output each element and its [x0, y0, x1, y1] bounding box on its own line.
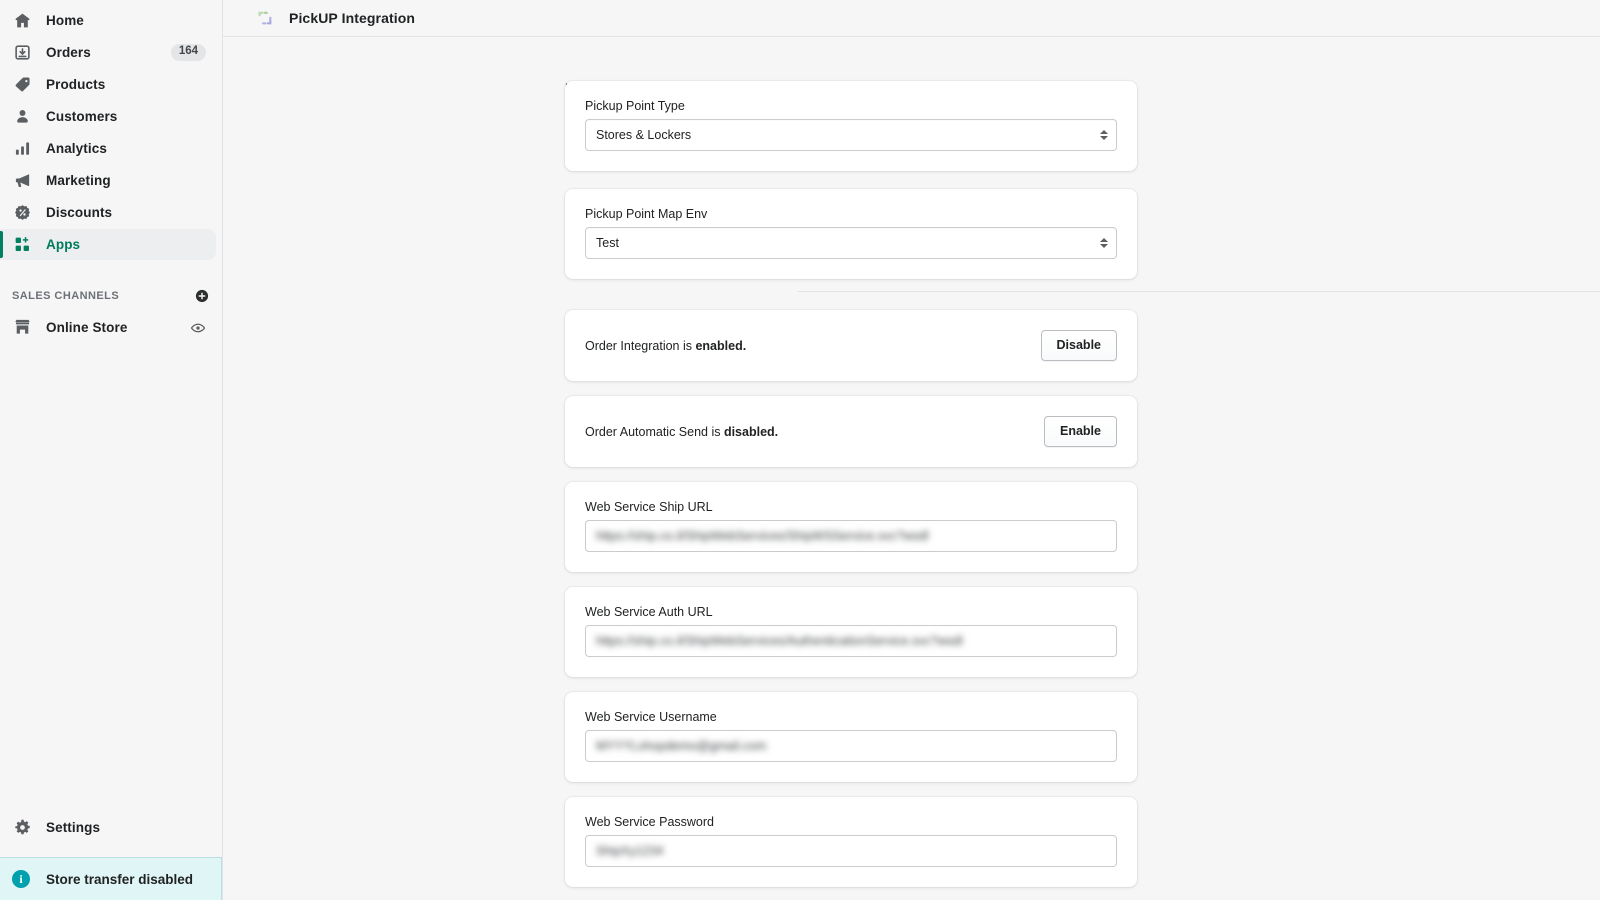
group-body: Order Integration is enabled. Disable Or…: [565, 310, 1137, 900]
sidebar-item-settings[interactable]: Settings: [0, 812, 216, 843]
sidebar-nav-list: Home Orders 164 Products Customers: [0, 0, 222, 261]
pickup-point-map-env-label: Pickup Point Map Env: [585, 207, 1117, 221]
pickup-point-type-value[interactable]: Stores & Lockers: [585, 119, 1117, 151]
sidebar-item-products[interactable]: Products: [0, 69, 216, 100]
sidebar-item-label: Orders: [46, 45, 91, 60]
card-web-service-ship-url: Web Service Ship URL https://ship.co.il/…: [565, 482, 1137, 572]
card-web-service-username: Web Service Username MYYYLshopdemo@gmail…: [565, 692, 1137, 782]
sidebar-item-discounts[interactable]: Discounts: [0, 197, 216, 228]
web-service-password-label: Web Service Password: [585, 815, 1117, 829]
sidebar-item-label: Online Store: [46, 320, 127, 335]
store-transfer-banner[interactable]: i Store transfer disabled: [0, 857, 222, 900]
order-automatic-send-prefix: Order Automatic Send is: [585, 425, 724, 439]
group-body: Pickup Point Type Stores & Lockers Picku…: [565, 81, 1137, 279]
customers-icon: [12, 107, 32, 127]
home-icon: [12, 11, 32, 31]
sidebar-item-label: Marketing: [46, 173, 111, 188]
order-integration-status: Order Integration is enabled.: [585, 339, 746, 353]
web-service-ship-url-value: https://ship.co.il/ShipWebServices/ShipW…: [596, 529, 929, 543]
section-divider: [798, 291, 1600, 292]
order-automatic-send-status: Order Automatic Send is disabled.: [585, 425, 778, 439]
web-service-ship-url-label: Web Service Ship URL: [585, 500, 1117, 514]
chevron-updown-icon: [1100, 238, 1108, 248]
pickup-app-icon: [255, 8, 275, 28]
eye-icon[interactable]: [190, 320, 206, 336]
app-title: PickUP Integration: [289, 10, 415, 26]
sales-channels-title: SALES CHANNELS: [12, 290, 119, 302]
sidebar-item-label: Products: [46, 77, 105, 92]
sidebar-item-label: Customers: [46, 109, 117, 124]
web-service-password-value: ShipXy1234: [596, 844, 663, 858]
store-transfer-banner-label: Store transfer disabled: [46, 872, 193, 887]
settings-content: Pick Up Settings Pickup Point Type Store…: [223, 37, 1600, 900]
card-web-service-auth-url: Web Service Auth URL https://ship.co.il/…: [565, 587, 1137, 677]
sidebar-item-online-store[interactable]: Online Store: [0, 312, 216, 343]
marketing-icon: [12, 171, 32, 191]
web-service-auth-url-label: Web Service Auth URL: [585, 605, 1117, 619]
info-icon: i: [12, 870, 30, 888]
card-web-service-password: Web Service Password ShipXy1234: [565, 797, 1137, 887]
pickup-point-type-label: Pickup Point Type: [585, 99, 1117, 113]
card-order-integration: Order Integration is enabled. Disable: [565, 310, 1137, 381]
group-pick-up-settings: Pick Up Settings Pickup Point Type Store…: [223, 37, 1600, 279]
app-root: Home Orders 164 Products Customers: [0, 0, 1600, 900]
group-title: Order Integration: [223, 310, 565, 900]
sidebar-item-label: Settings: [46, 820, 100, 835]
sidebar-item-home[interactable]: Home: [0, 5, 216, 36]
order-integration-toggle-button[interactable]: Disable: [1041, 330, 1117, 361]
analytics-icon: [12, 139, 32, 159]
web-service-password-input[interactable]: ShipXy1234: [585, 835, 1117, 867]
order-automatic-send-state: disabled.: [724, 425, 778, 439]
web-service-auth-url-input[interactable]: https://ship.co.il/ShipWebServices/Authe…: [585, 625, 1117, 657]
web-service-username-input[interactable]: MYYYLshopdemo@gmail.com: [585, 730, 1117, 762]
sidebar: Home Orders 164 Products Customers: [0, 0, 223, 900]
discounts-icon: [12, 203, 32, 223]
sidebar-item-apps[interactable]: Apps: [0, 229, 216, 260]
products-icon: [12, 75, 32, 95]
section-divider-row: [223, 279, 1600, 310]
sidebar-item-label: Discounts: [46, 205, 112, 220]
sidebar-item-label: Home: [46, 13, 84, 28]
web-service-username-label: Web Service Username: [585, 710, 1117, 724]
plus-circle-icon[interactable]: [194, 288, 210, 304]
order-integration-prefix: Order Integration is: [585, 339, 695, 353]
orders-icon: [12, 43, 32, 63]
sidebar-spacer: [0, 344, 222, 811]
order-integration-state: enabled.: [695, 339, 746, 353]
apps-icon: [12, 235, 32, 255]
divider-spacer: [223, 279, 798, 310]
sales-channels-header: SALES CHANNELS: [0, 281, 222, 311]
sidebar-item-marketing[interactable]: Marketing: [0, 165, 216, 196]
web-service-ship-url-input[interactable]: https://ship.co.il/ShipWebServices/ShipW…: [585, 520, 1117, 552]
order-automatic-send-toggle-button[interactable]: Enable: [1044, 416, 1117, 447]
card-pickup-point-type: Pickup Point Type Stores & Lockers: [565, 81, 1137, 171]
chevron-updown-icon: [1100, 130, 1108, 140]
orders-count-badge: 164: [171, 44, 206, 61]
group-order-integration: Order Integration Order Integration is e…: [223, 310, 1600, 900]
sidebar-item-label: Analytics: [46, 141, 107, 156]
app-topbar: PickUP Integration: [223, 0, 1600, 37]
main-area: PickUP Integration Pick Up Settings Pick…: [223, 0, 1600, 900]
sidebar-item-customers[interactable]: Customers: [0, 101, 216, 132]
pickup-point-map-env-value[interactable]: Test: [585, 227, 1117, 259]
card-order-automatic-send: Order Automatic Send is disabled. Enable: [565, 396, 1137, 467]
gear-icon: [12, 818, 32, 838]
card-pickup-point-map-env: Pickup Point Map Env Test: [565, 189, 1137, 279]
web-service-username-value: MYYYLshopdemo@gmail.com: [596, 739, 766, 753]
pickup-point-map-env-select[interactable]: Test: [585, 227, 1117, 259]
sidebar-item-analytics[interactable]: Analytics: [0, 133, 216, 164]
pickup-point-type-select[interactable]: Stores & Lockers: [585, 119, 1117, 151]
group-title: Pick Up Settings: [223, 81, 565, 279]
web-service-auth-url-value: https://ship.co.il/ShipWebServices/Authe…: [596, 634, 963, 648]
sidebar-item-label: Apps: [46, 237, 80, 252]
storefront-icon: [12, 318, 32, 338]
sidebar-item-orders[interactable]: Orders 164: [0, 37, 216, 68]
